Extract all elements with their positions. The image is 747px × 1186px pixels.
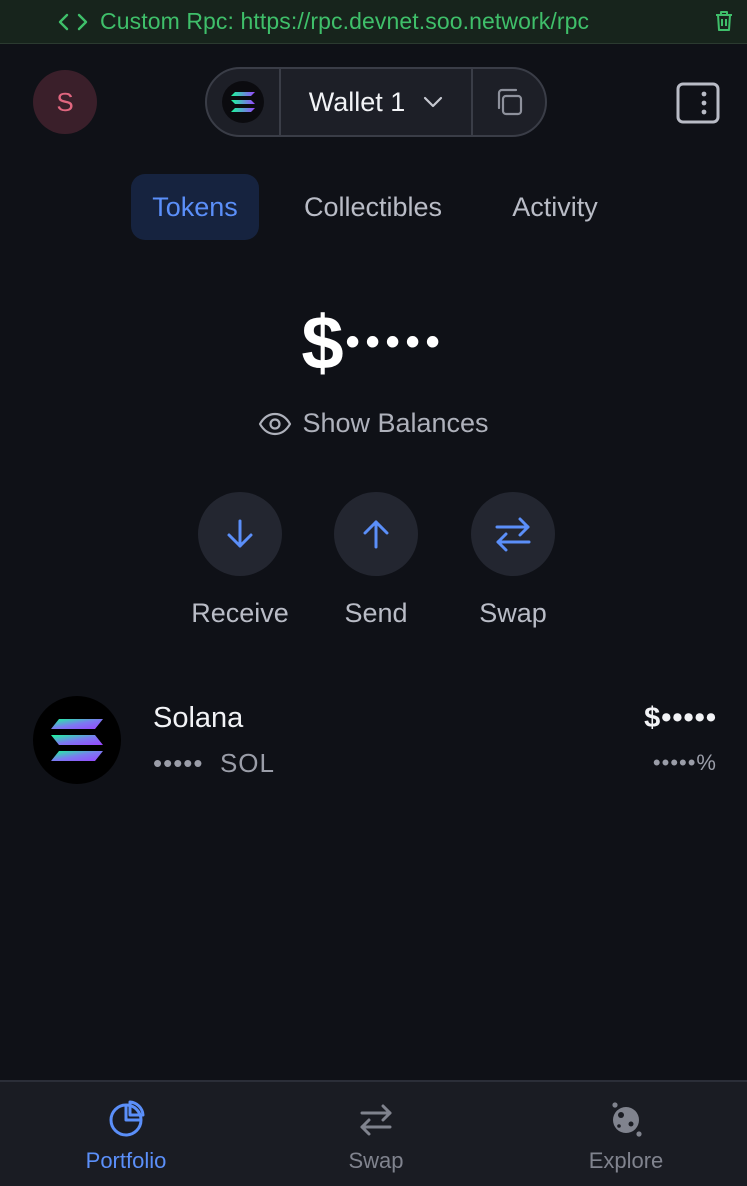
- token-amount-masked: •••••: [153, 748, 204, 778]
- solana-token-icon: [33, 696, 121, 784]
- balance-masked: •••••: [345, 320, 446, 364]
- tab-activity[interactable]: Activity: [496, 174, 614, 240]
- custom-rpc-url: Custom Rpc: https://rpc.devnet.soo.netwo…: [100, 8, 590, 34]
- eye-icon: [259, 412, 292, 435]
- swap-label: Swap: [479, 598, 547, 628]
- send-circle: [334, 492, 418, 576]
- trash-icon[interactable]: [713, 9, 735, 33]
- account-avatar[interactable]: S: [33, 70, 97, 134]
- swap-arrows-icon: [495, 517, 531, 552]
- swap-button[interactable]: Swap: [453, 492, 573, 629]
- token-symbol: SOL: [219, 748, 275, 778]
- token-value: $•••••: [644, 702, 717, 734]
- copy-icon: [497, 88, 523, 116]
- wallet-name: Wallet 1: [308, 86, 406, 117]
- tab-collectibles[interactable]: Collectibles: [286, 174, 460, 240]
- nav-swap-label: Swap: [348, 1148, 404, 1173]
- nav-explore[interactable]: Explore: [551, 1100, 701, 1174]
- nav-portfolio[interactable]: Portfolio: [51, 1100, 201, 1174]
- token-row-solana[interactable]: Solana ••••• SOL $••••• •••••%: [0, 696, 747, 786]
- solana-logo-icon: [222, 81, 264, 123]
- nav-explore-label: Explore: [588, 1148, 664, 1173]
- tab-tokens[interactable]: Tokens: [131, 174, 259, 240]
- token-change: •••••%: [652, 750, 717, 775]
- bottom-navigation: Portfolio Swap Explore: [0, 1080, 747, 1186]
- pie-chart-icon: [109, 1100, 145, 1137]
- receive-button[interactable]: Receive: [180, 492, 300, 629]
- send-button[interactable]: Send: [316, 492, 436, 629]
- token-amount: ••••• SOL: [153, 748, 275, 779]
- nav-portfolio-label: Portfolio: [85, 1148, 167, 1173]
- chevron-down-icon: [424, 96, 443, 108]
- show-balances-button[interactable]: Show Balances: [0, 408, 747, 439]
- custom-rpc-banner: Custom Rpc: https://rpc.devnet.soo.netwo…: [0, 0, 747, 44]
- show-balances-label: Show Balances: [302, 408, 489, 438]
- copy-address-button[interactable]: [473, 69, 545, 135]
- arrow-up-icon: [363, 520, 389, 549]
- receive-circle: [198, 492, 282, 576]
- wallet-selector: Wallet 1: [205, 67, 547, 137]
- swap-circle: [471, 492, 555, 576]
- token-name: Solana: [153, 702, 244, 734]
- avatar-initial: S: [56, 86, 74, 117]
- code-icon: [58, 13, 88, 30]
- send-label: Send: [344, 598, 408, 628]
- side-panel-icon[interactable]: [676, 82, 720, 124]
- arrow-down-icon: [227, 519, 253, 548]
- nav-swap[interactable]: Swap: [301, 1100, 451, 1174]
- total-balance: $•••••: [0, 300, 747, 387]
- wallet-name-dropdown[interactable]: Wallet 1: [281, 69, 473, 135]
- swap-arrows-icon: [360, 1104, 392, 1136]
- planet-icon: [612, 1102, 642, 1137]
- portfolio-tabs: Tokens Collectibles Activity: [0, 174, 747, 240]
- receive-label: Receive: [191, 598, 289, 628]
- wallet-logo-segment[interactable]: [207, 69, 281, 135]
- balance-currency: $: [301, 301, 346, 386]
